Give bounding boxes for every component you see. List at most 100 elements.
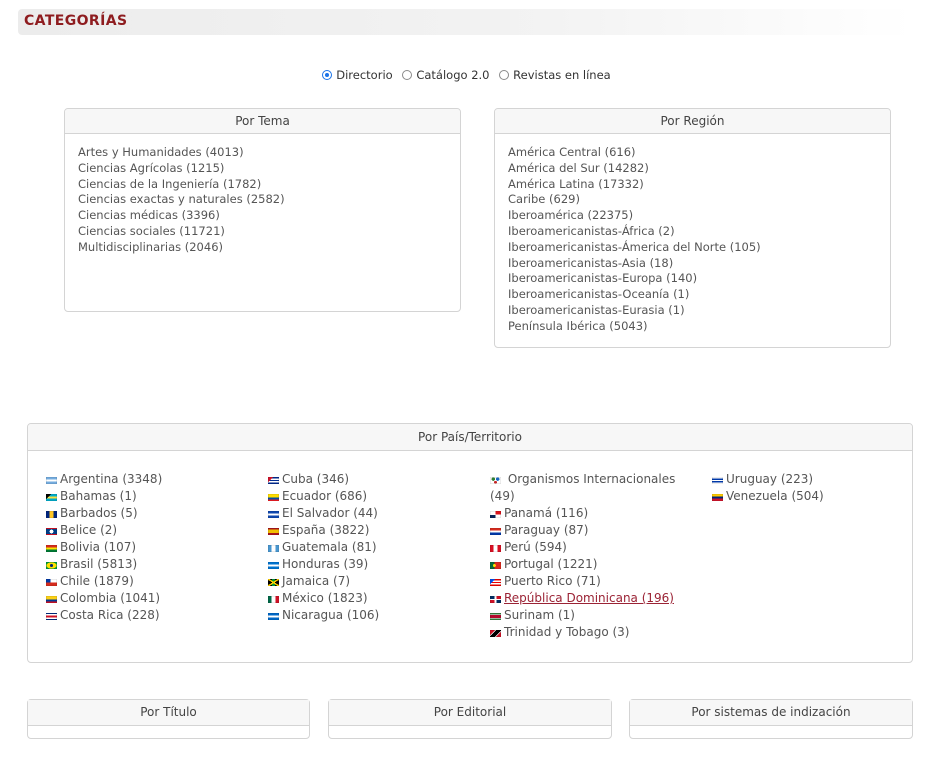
radio-directorio[interactable]: Directorio [322,68,393,82]
region-item[interactable]: Iberoamericanistas-Europa (140) [508,271,890,287]
por-pais-panel: Por País/Territorio Argentina (3348) Bah… [27,423,913,663]
country-item[interactable]: Brasil (5813) [46,556,266,573]
country-item[interactable]: Uruguay (223) [712,471,912,488]
trinidad-tobago-flag-icon [490,630,501,637]
region-item[interactable]: Iberoamericanistas-África (2) [508,224,890,240]
region-item[interactable]: Iberoamericanistas-Asia (18) [508,256,890,272]
country-item[interactable]: Ecuador (686) [268,488,488,505]
country-item[interactable]: Panamá (116) [490,505,680,522]
panel-title[interactable]: Por sistemas de indización [630,700,912,726]
country-item[interactable]: Paraguay (87) [490,522,680,539]
country-column: Uruguay (223) Venezuela (504) [712,471,912,505]
country-item[interactable]: Surinam (1) [490,607,680,624]
venezuela-flag-icon [712,494,723,501]
barbados-flag-icon [46,511,57,518]
por-editorial-panel: Por Editorial [328,699,612,739]
country-item[interactable]: Argentina (3348) [46,471,266,488]
country-item[interactable]: Perú (594) [490,539,680,556]
radio-unchecked-icon[interactable] [402,70,413,80]
region-item[interactable]: Iberoamericanistas-Ámerica del Norte (10… [508,240,890,256]
radio-checked-icon[interactable] [322,70,333,80]
tema-item[interactable]: Ciencias de la Ingeniería (1782) [78,177,460,193]
belize-flag-icon [46,528,57,535]
chile-flag-icon [46,579,57,586]
el-salvador-flag-icon [268,511,279,518]
tema-item[interactable]: Ciencias sociales (11721) [78,224,460,240]
radio-revistas[interactable]: Revistas en línea [499,68,611,82]
panel-title[interactable]: Por Editorial [329,700,611,726]
panel-title: Por País/Territorio [28,424,912,451]
tema-list: Artes y Humanidades (4013) Ciencias Agrí… [65,134,460,256]
region-item[interactable]: Península Ibérica (5043) [508,319,890,335]
country-item[interactable]: España (3822) [268,522,488,539]
country-item[interactable]: Honduras (39) [268,556,488,573]
country-item-active[interactable]: República Dominicana (196) [490,590,680,607]
colombia-flag-icon [46,596,57,603]
region-item[interactable]: Iberoamericanistas-Eurasia (1) [508,303,890,319]
peru-flag-icon [490,545,501,552]
country-item[interactable]: Belice (2) [46,522,266,539]
panel-title[interactable]: Por Título [28,700,309,726]
brazil-flag-icon [46,562,57,569]
por-indizacion-panel: Por sistemas de indización [629,699,913,739]
dominican-republic-flag-icon [490,596,501,603]
paraguay-flag-icon [490,528,501,535]
country-item[interactable]: Bahamas (1) [46,488,266,505]
country-column: Organismos Internacionales (49) Panamá (… [490,471,680,641]
country-item[interactable]: Barbados (5) [46,505,266,522]
country-item[interactable]: Chile (1879) [46,573,266,590]
bolivia-flag-icon [46,545,57,552]
radio-label: Revistas en línea [513,68,611,82]
uruguay-flag-icon [712,477,723,484]
radio-unchecked-icon[interactable] [499,70,510,80]
portugal-flag-icon [490,562,501,569]
section-header: CATEGORÍAS [18,9,913,35]
tema-item[interactable]: Ciencias exactas y naturales (2582) [78,192,460,208]
region-list: América Central (616) América del Sur (1… [495,134,890,335]
region-item[interactable]: Caribe (629) [508,192,890,208]
country-item[interactable]: Trinidad y Tobago (3) [490,624,680,641]
country-item[interactable]: Portugal (1221) [490,556,680,573]
country-item[interactable]: Costa Rica (228) [46,607,266,624]
region-item[interactable]: América Latina (17332) [508,177,890,193]
country-item[interactable]: Guatemala (81) [268,539,488,556]
country-item[interactable]: México (1823) [268,590,488,607]
por-titulo-panel: Por Título [27,699,310,739]
puerto-rico-flag-icon [490,579,501,586]
suriname-flag-icon [490,613,501,620]
panel-title: Por Región [495,109,890,134]
radio-catalogo[interactable]: Catálogo 2.0 [402,68,490,82]
mexico-flag-icon [268,596,279,603]
guatemala-flag-icon [268,545,279,552]
country-column: Argentina (3348) Bahamas (1) Barbados (5… [46,471,266,624]
argentina-flag-icon [46,477,57,484]
international-organizations-icon [490,477,501,484]
country-item[interactable]: Cuba (346) [268,471,488,488]
honduras-flag-icon [268,562,279,569]
country-item[interactable]: Jamaica (7) [268,573,488,590]
spain-flag-icon [268,528,279,535]
country-item[interactable]: Venezuela (504) [712,488,912,505]
country-item[interactable]: Colombia (1041) [46,590,266,607]
radio-label: Directorio [336,68,393,82]
tema-item[interactable]: Artes y Humanidades (4013) [78,145,460,161]
region-item[interactable]: América del Sur (14282) [508,161,890,177]
ecuador-flag-icon [268,494,279,501]
region-item[interactable]: América Central (616) [508,145,890,161]
radio-label: Catálogo 2.0 [416,68,490,82]
region-item[interactable]: Iberoamericanistas-Oceanía (1) [508,287,890,303]
region-item[interactable]: Iberoamérica (22375) [508,208,890,224]
country-item[interactable]: Bolivia (107) [46,539,266,556]
country-item[interactable]: El Salvador (44) [268,505,488,522]
tema-item[interactable]: Ciencias médicas (3396) [78,208,460,224]
costa-rica-flag-icon [46,613,57,620]
tema-item[interactable]: Multidisciplinarias (2046) [78,240,460,256]
country-item[interactable]: Puerto Rico (71) [490,573,680,590]
view-options: Directorio Catálogo 2.0 Revistas en líne… [0,68,933,83]
por-tema-panel: Por Tema Artes y Humanidades (4013) Cien… [64,108,461,312]
cuba-flag-icon [268,477,279,484]
country-item[interactable]: Organismos Internacionales (49) [490,471,680,505]
section-title: CATEGORÍAS [24,13,128,29]
country-item[interactable]: Nicaragua (106) [268,607,488,624]
tema-item[interactable]: Ciencias Agrícolas (1215) [78,161,460,177]
